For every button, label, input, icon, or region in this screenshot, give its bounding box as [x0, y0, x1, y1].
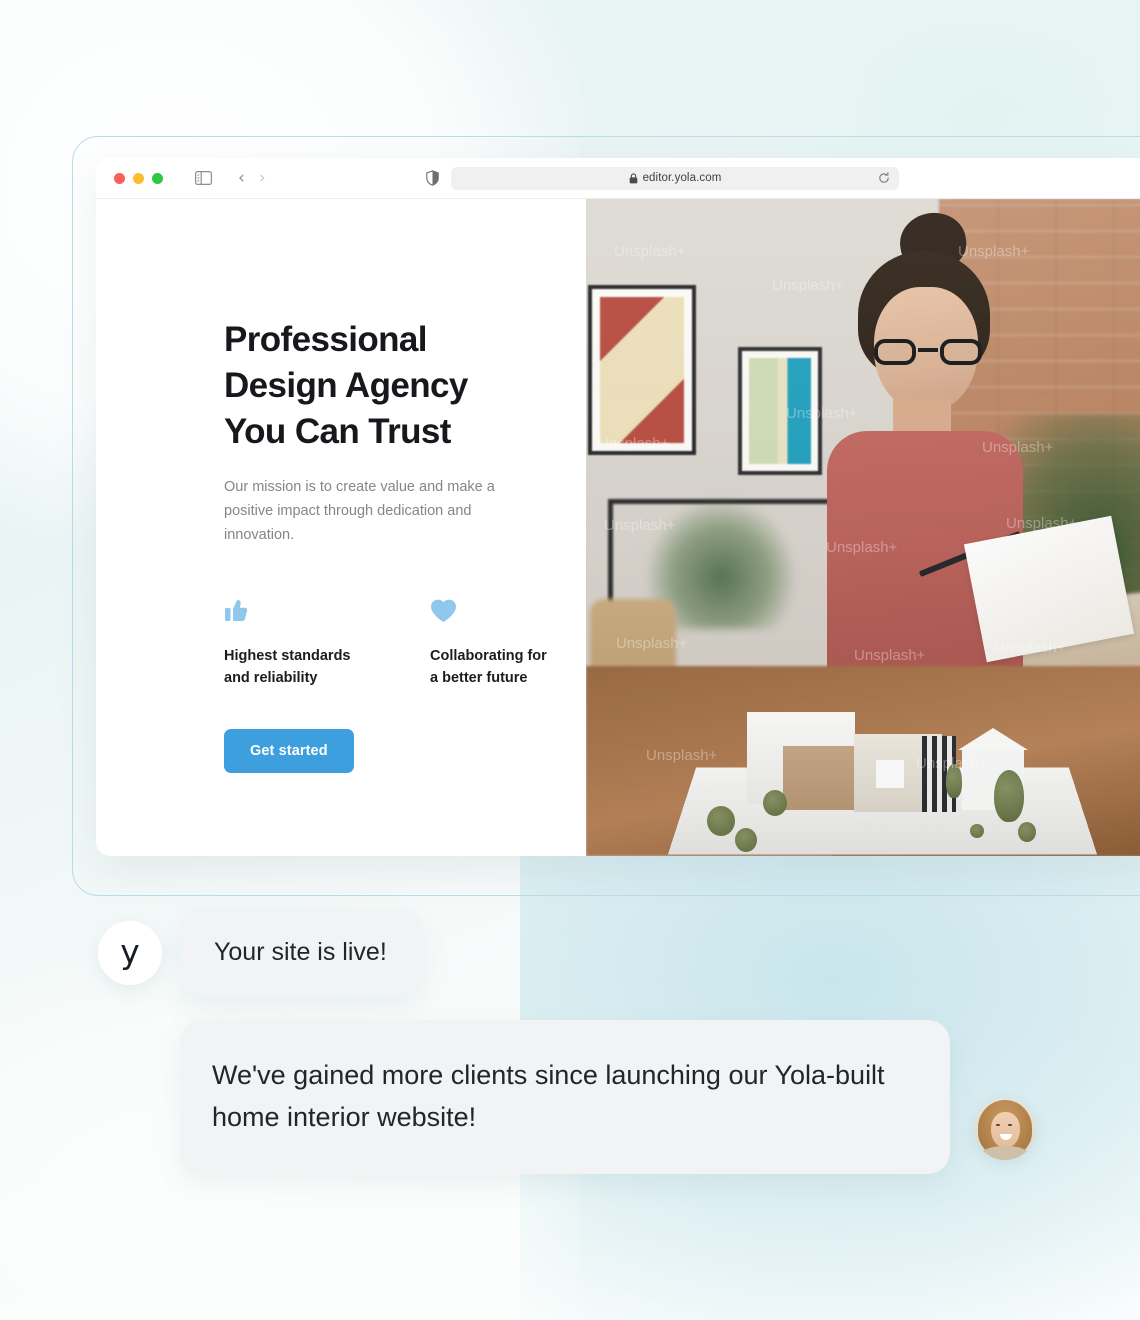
- address-bar[interactable]: editor.yola.com: [451, 166, 899, 190]
- feature-label-line-2: a better future: [430, 670, 528, 686]
- lock-icon: [629, 172, 638, 184]
- feature-item-collaboration: Collaborating for a better future: [430, 593, 570, 689]
- shield-icon[interactable]: [426, 170, 439, 186]
- avatar-face: [991, 1112, 1020, 1148]
- chat-message-row-2: We've gained more clients since launchin…: [180, 1020, 1100, 1174]
- hero-image: Unsplash+ Unsplash+ Unsplash+ Unsplash+ …: [586, 199, 1140, 856]
- heart-icon: [430, 593, 570, 623]
- page-title: Professional Design Agency You Can Trust: [224, 317, 524, 455]
- zoom-button[interactable]: [152, 172, 163, 184]
- close-button[interactable]: [114, 172, 125, 184]
- photo-overlay: [586, 199, 1140, 856]
- chat-bubble-testimonial: We've gained more clients since launchin…: [180, 1020, 950, 1174]
- feature-item-standards: Highest standards and reliability: [224, 593, 364, 689]
- feature-label-line-2: and reliability: [224, 670, 318, 686]
- site-preview: Professional Design Agency You Can Trust…: [96, 199, 1140, 856]
- feature-label-collaboration: Collaborating for a better future: [430, 645, 570, 689]
- yola-logo-letter: y: [120, 931, 140, 971]
- avatar-shoulder: [980, 1146, 1030, 1160]
- hero-title-line-2: Design Agency: [224, 366, 468, 405]
- browser-toolbar: ‹ › editor.yola.com: [96, 158, 1140, 199]
- reload-icon[interactable]: [878, 172, 890, 184]
- chat-message-row-1: y Your site is live!: [98, 908, 421, 997]
- hero-photo-composition: Unsplash+ Unsplash+ Unsplash+ Unsplash+ …: [586, 199, 1140, 856]
- sidebar-toggle-icon[interactable]: [195, 171, 212, 185]
- back-icon[interactable]: ‹: [238, 169, 245, 187]
- feature-label-line-1: Collaborating for: [430, 648, 547, 664]
- avatar-eye: [1008, 1124, 1012, 1126]
- feature-label-standards: Highest standards and reliability: [224, 645, 364, 689]
- window-traffic-lights[interactable]: [114, 172, 163, 184]
- hero-text-column: Professional Design Agency You Can Trust…: [96, 199, 586, 856]
- hero-title-line-3: You Can Trust: [224, 412, 451, 451]
- avatar-eye: [996, 1124, 1000, 1126]
- chat-bubble-status: Your site is live!: [180, 908, 421, 997]
- feature-list: Highest standards and reliability Collab…: [224, 593, 586, 689]
- hero-subtitle: Our mission is to create value and make …: [224, 479, 495, 543]
- avatar: [974, 1098, 1036, 1160]
- brand-avatar: y: [98, 920, 162, 985]
- feature-label-line-1: Highest standards: [224, 648, 351, 664]
- thumbs-up-icon: [224, 593, 364, 623]
- hero-title-line-1: Professional: [224, 320, 427, 359]
- navigation-arrows[interactable]: ‹ ›: [238, 167, 266, 188]
- forward-icon: ›: [258, 167, 266, 188]
- minimize-button[interactable]: [133, 172, 144, 184]
- url-text: editor.yola.com: [642, 172, 722, 184]
- browser-window: ‹ › editor.yola.com Professional Design …: [96, 158, 1140, 856]
- get-started-button[interactable]: Get started: [224, 729, 354, 773]
